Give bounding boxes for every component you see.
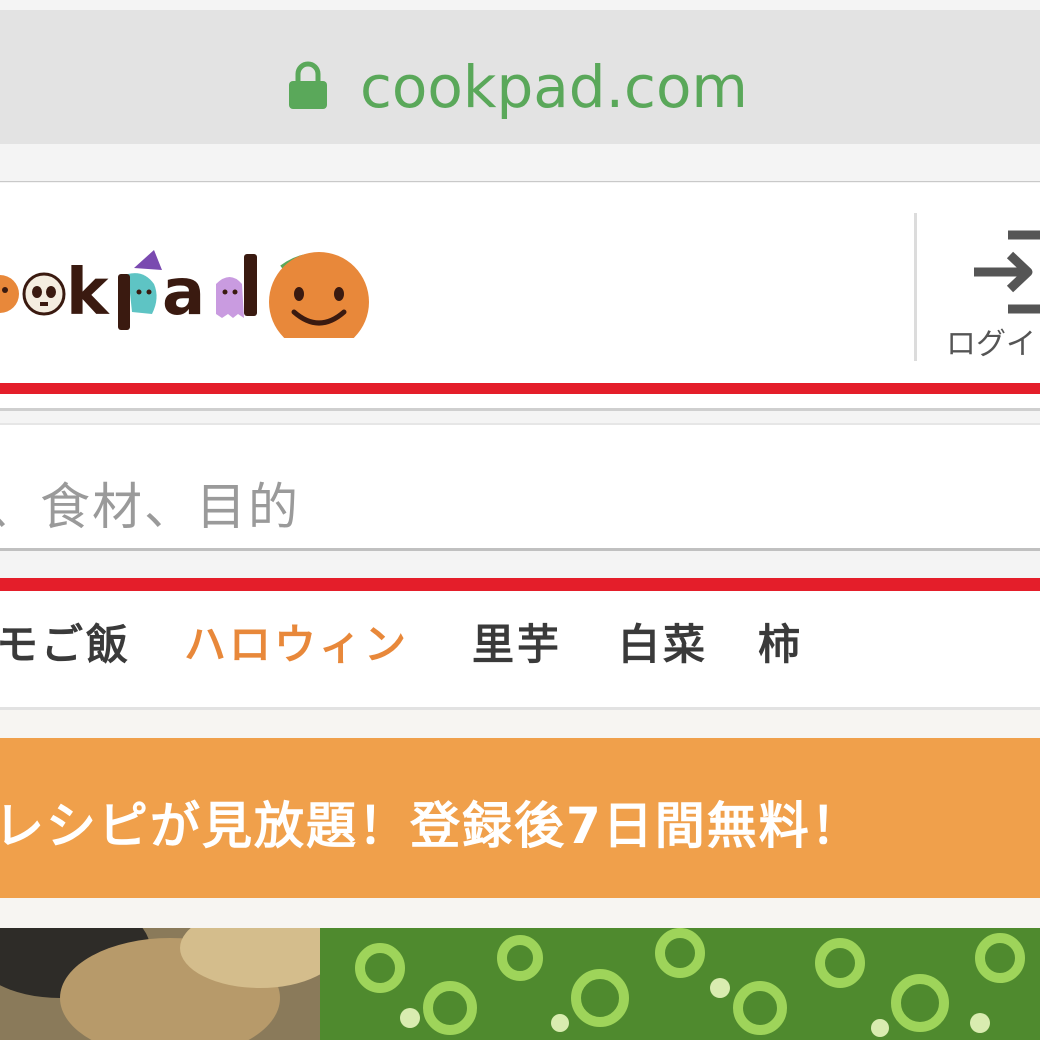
food-image xyxy=(0,928,1040,1040)
url-text[interactable]: cookpad.com xyxy=(360,52,748,122)
red-rule xyxy=(0,578,1040,591)
svg-text:a: a xyxy=(162,256,205,330)
header-divider xyxy=(0,394,1040,411)
svg-text:k: k xyxy=(66,256,110,330)
search-placeholder: 、食材、目的 xyxy=(0,478,300,536)
site-header: k a ログイ xyxy=(0,183,1040,383)
cookpad-logo[interactable]: k a xyxy=(0,228,394,338)
keyword-bar: モご飯 ハロウィン 里芋 白菜 柿 xyxy=(0,591,1040,710)
address-bar[interactable]: cookpad.com xyxy=(0,10,1040,144)
red-rule xyxy=(0,383,1040,394)
divider xyxy=(0,181,1040,182)
login-label: ログイ xyxy=(946,327,1036,362)
header-separator xyxy=(914,213,917,361)
recipe-photo[interactable] xyxy=(0,928,1040,1040)
keyword-link-halloween[interactable]: ハロウィン xyxy=(184,611,409,672)
browser-chrome: cookpad.com xyxy=(0,0,1040,182)
lock-icon xyxy=(289,61,327,109)
login-arrow-icon xyxy=(974,230,1040,314)
promo-text: レシピが見放題！登録後7日間無料！ xyxy=(0,797,863,855)
spacer xyxy=(0,710,1040,738)
keyword-link[interactable]: 里芋 xyxy=(472,611,562,672)
search-area: 、食材、目的 xyxy=(0,411,1040,578)
keyword-link[interactable]: 柿 xyxy=(758,611,803,672)
search-input[interactable]: 、食材、目的 xyxy=(0,423,1040,551)
pumpkin-icon xyxy=(269,252,369,338)
login-button[interactable]: ログイ xyxy=(940,223,1040,363)
spacer xyxy=(0,898,1040,928)
premium-promo-banner[interactable]: レシピが見放題！登録後7日間無料！ xyxy=(0,738,1040,898)
keyword-link[interactable]: モご飯 xyxy=(0,611,131,672)
keyword-link[interactable]: 白菜 xyxy=(618,611,708,672)
